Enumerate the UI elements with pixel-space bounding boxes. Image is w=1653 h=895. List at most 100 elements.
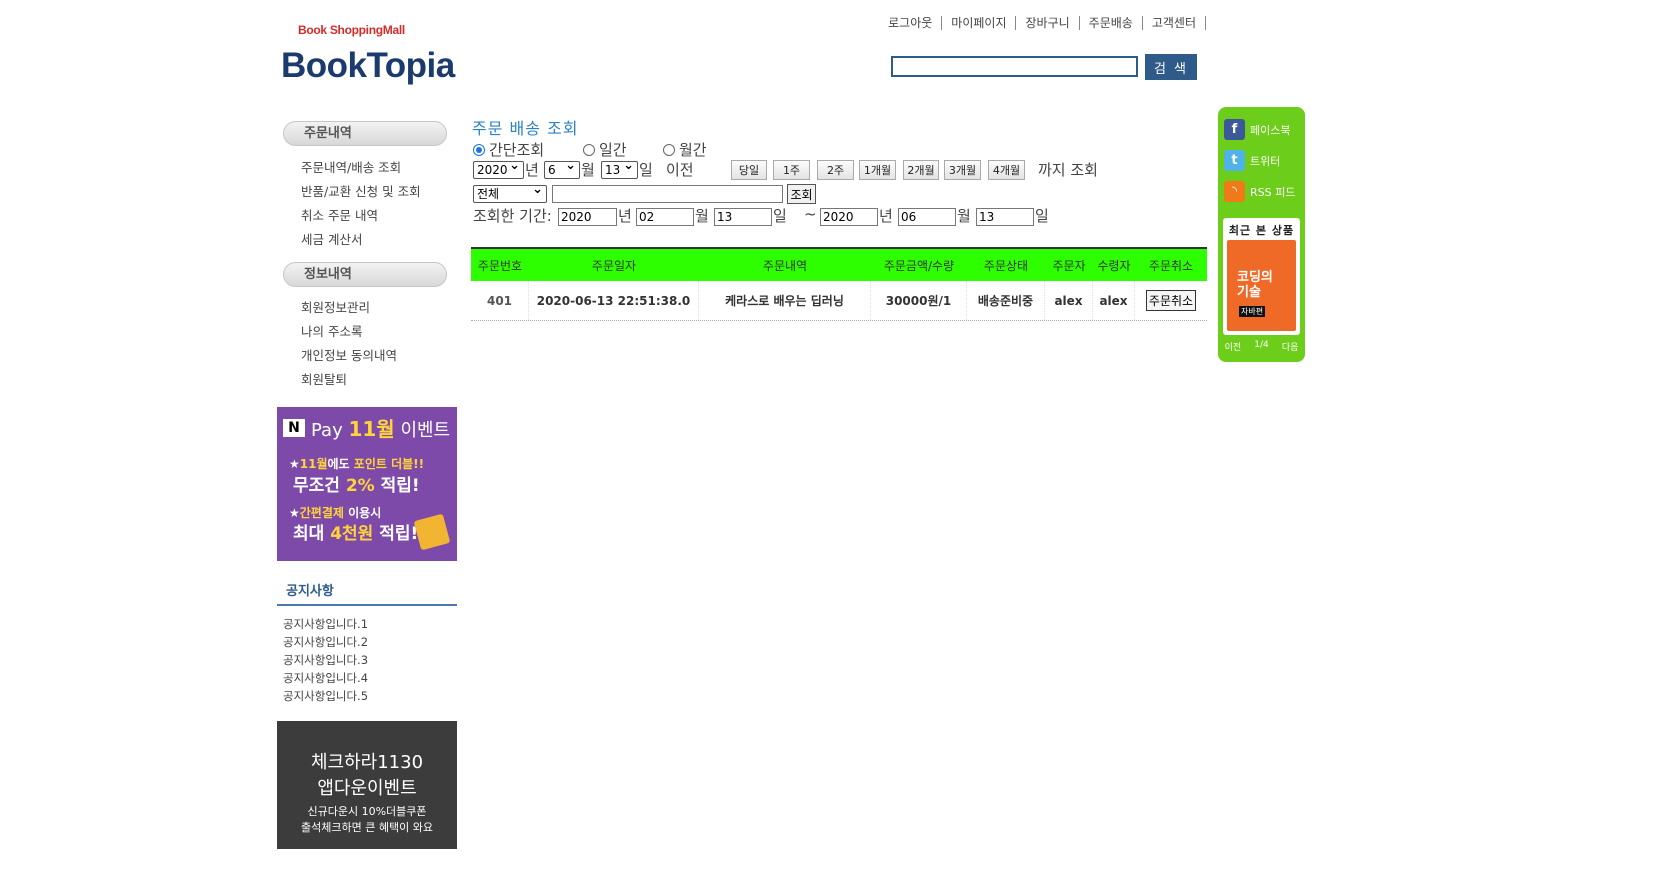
day-unit: 일: [639, 161, 653, 179]
period-2month-button[interactable]: 2개월: [903, 160, 939, 180]
nav-customer-center[interactable]: 고객센터: [1143, 16, 1206, 30]
app-banner-line1: 체크하라1130: [310, 752, 424, 773]
month-unit: 월: [581, 161, 595, 179]
sidebar-head-info: 정보내역: [283, 262, 447, 287]
notice-item[interactable]: 공지사항입니다.3: [283, 652, 368, 670]
radio-daily[interactable]: 일간: [583, 139, 627, 160]
facebook-link[interactable]: f 페이스북: [1224, 119, 1290, 140]
to-day-input[interactable]: 13: [976, 208, 1034, 226]
rss-link[interactable]: ◝ RSS 피드: [1224, 181, 1295, 202]
search-input[interactable]: [891, 56, 1138, 77]
cell-amount-qty: 30000원/1: [871, 281, 967, 320]
to-month-input[interactable]: 06: [898, 208, 956, 226]
category-select[interactable]: 전체: [473, 182, 547, 203]
sidebar-head-orders: 주문내역: [283, 121, 447, 146]
app-banner-line2: 앱다운이벤트: [317, 778, 417, 799]
npay-banner-line2: 무조건 2% 적립!: [293, 476, 420, 496]
to-year-input[interactable]: 2020: [820, 208, 878, 226]
npay-banner-header: N Pay 11월 이벤트: [283, 413, 450, 442]
period-1month-button[interactable]: 1개월: [859, 160, 896, 180]
cell-order-item[interactable]: 케라스로 배우는 딥러닝: [699, 281, 871, 320]
period-3month-button[interactable]: 3개월: [944, 160, 981, 180]
page: Book ShoppingMall BookTopia 로그아웃 마이페이지 장…: [0, 0, 1653, 895]
sidebar-item-address-book[interactable]: 나의 주소록: [301, 322, 397, 346]
npay-banner-line1: ★11월에도 포인트 더블!!: [289, 457, 425, 471]
col-order-no: 주문번호: [477, 258, 523, 273]
twitter-icon: t: [1224, 150, 1245, 171]
year-select[interactable]: 2020: [473, 158, 524, 179]
from-day-unit: 일: [773, 207, 787, 225]
notice-item[interactable]: 공지사항입니다.5: [283, 688, 368, 706]
recent-next-link[interactable]: 다음: [1282, 340, 1299, 353]
recent-pager: 이전 1/4 다음: [1218, 340, 1305, 353]
notice-item[interactable]: 공지사항입니다.2: [283, 634, 368, 652]
day-select[interactable]: 13: [601, 158, 638, 179]
book-cover-title: 코딩의 기술: [1237, 270, 1273, 300]
search-button[interactable]: 검 색: [1145, 54, 1197, 80]
col-orderer: 주문자: [1052, 258, 1086, 273]
order-table: 주문번호 주문일자 주문내역 주문금액/수량 주문상태 주문자 수령자 주문취소…: [471, 247, 1207, 321]
to-month-unit: 월: [957, 207, 971, 225]
col-cancel: 주문취소: [1148, 258, 1194, 273]
sidebar-item-member-info[interactable]: 회원정보관리: [301, 298, 397, 322]
twitter-link[interactable]: t 트위터: [1224, 150, 1280, 171]
sidebar-item-withdraw[interactable]: 회원탈퇴: [301, 370, 397, 394]
recent-products-title: 최근 본 상품: [1228, 224, 1295, 237]
cell-receiver: alex: [1093, 281, 1135, 320]
recent-prev-link[interactable]: 이전: [1225, 340, 1242, 353]
radio-unchecked-icon: [583, 143, 595, 156]
notice-item[interactable]: 공지사항입니다.4: [283, 670, 368, 688]
query-button[interactable]: 조회: [787, 184, 816, 204]
cell-orderer: alex: [1045, 281, 1093, 320]
nav-cart[interactable]: 장바구니: [1016, 16, 1080, 30]
radio-monthly[interactable]: 월간: [663, 139, 707, 160]
quick-panel: f 페이스북 t 트위터 ◝ RSS 피드 최근 본 상품 코딩의 기술 자바편 …: [1218, 107, 1305, 362]
cell-cancel: 주문취소: [1135, 281, 1207, 320]
period-1week-button[interactable]: 1주: [773, 160, 810, 180]
cell-order-no[interactable]: 401: [471, 281, 529, 320]
sidebar-item-tax-invoice[interactable]: 세금 계산서: [301, 230, 421, 254]
period-today-button[interactable]: 당일: [731, 160, 767, 180]
logo-title: BookTopia: [281, 46, 455, 85]
table-header: 주문번호 주문일자 주문내역 주문금액/수량 주문상태 주문자 수령자 주문취소: [471, 247, 1207, 281]
period-4month-button[interactable]: 4개월: [988, 160, 1025, 180]
sidebar-order-list: 주문내역/배송 조회 반품/교환 신청 및 조회 취소 주문 내역 세금 계산서: [301, 158, 421, 254]
radio-simple[interactable]: 간단조회: [473, 139, 544, 160]
app-download-banner[interactable]: 체크하라1130 앱다운이벤트 신규다운시 10%더블쿠폰 출석체크하면 큰 혜…: [277, 721, 457, 849]
nav-mypage[interactable]: 마이페이지: [942, 16, 1017, 30]
npay-event-banner[interactable]: N Pay 11월 이벤트 ★11월에도 포인트 더블!! 무조건 2% 적립!…: [277, 407, 457, 561]
radio-unchecked-icon: [663, 143, 675, 156]
nav-order-delivery[interactable]: 주문배송: [1080, 16, 1143, 30]
top-nav: 로그아웃 마이페이지 장바구니 주문배송 고객센터: [879, 16, 1206, 30]
cancel-order-button[interactable]: 주문취소: [1145, 290, 1197, 311]
from-month-input[interactable]: 02: [636, 208, 694, 226]
sidebar-item-return-exchange[interactable]: 반품/교환 신청 및 조회: [301, 182, 421, 206]
from-day-input[interactable]: 13: [714, 208, 772, 226]
to-year-unit: 년: [879, 207, 893, 225]
table-row: 401 2020-06-13 22:51:38.0 케라스로 배우는 딥러닝 3…: [471, 281, 1207, 321]
col-order-date: 주문일자: [591, 258, 637, 273]
keyword-input[interactable]: [552, 185, 783, 203]
nav-logout[interactable]: 로그아웃: [879, 16, 943, 30]
sidebar-item-order-delivery[interactable]: 주문내역/배송 조회: [301, 158, 421, 182]
notice-item[interactable]: 공지사항입니다.1: [283, 616, 368, 634]
sidebar-info-list: 회원정보관리 나의 주소록 개인정보 동의내역 회원탈퇴: [301, 298, 397, 394]
month-select[interactable]: 6: [544, 158, 580, 179]
from-month-unit: 월: [695, 207, 709, 225]
recent-page-indicator: 1/4: [1254, 340, 1269, 350]
page-title: 주문 배송 조회: [472, 119, 579, 138]
to-day-unit: 일: [1035, 207, 1049, 225]
notice-list: 공지사항입니다.1 공지사항입니다.2 공지사항입니다.3 공지사항입니다.4 …: [283, 616, 368, 706]
col-status: 주문상태: [983, 258, 1029, 273]
npay-banner-line4: 최대 4천원 적립!: [293, 524, 419, 544]
col-amount-qty: 주문금액/수량: [883, 258, 955, 273]
notice-title[interactable]: 공지사항: [277, 583, 457, 606]
cell-status: 배송준비중: [967, 281, 1045, 320]
from-year-input[interactable]: 2020: [558, 208, 617, 226]
app-banner-line4: 출석체크하면 큰 혜택이 와요: [301, 821, 433, 834]
sidebar-item-privacy-consent[interactable]: 개인정보 동의내역: [301, 346, 397, 370]
recent-book-cover[interactable]: 코딩의 기술 자바편: [1227, 240, 1296, 331]
period-2week-button[interactable]: 2주: [817, 160, 854, 180]
year-unit: 년: [525, 161, 539, 179]
sidebar-item-cancelled-orders[interactable]: 취소 주문 내역: [301, 206, 421, 230]
